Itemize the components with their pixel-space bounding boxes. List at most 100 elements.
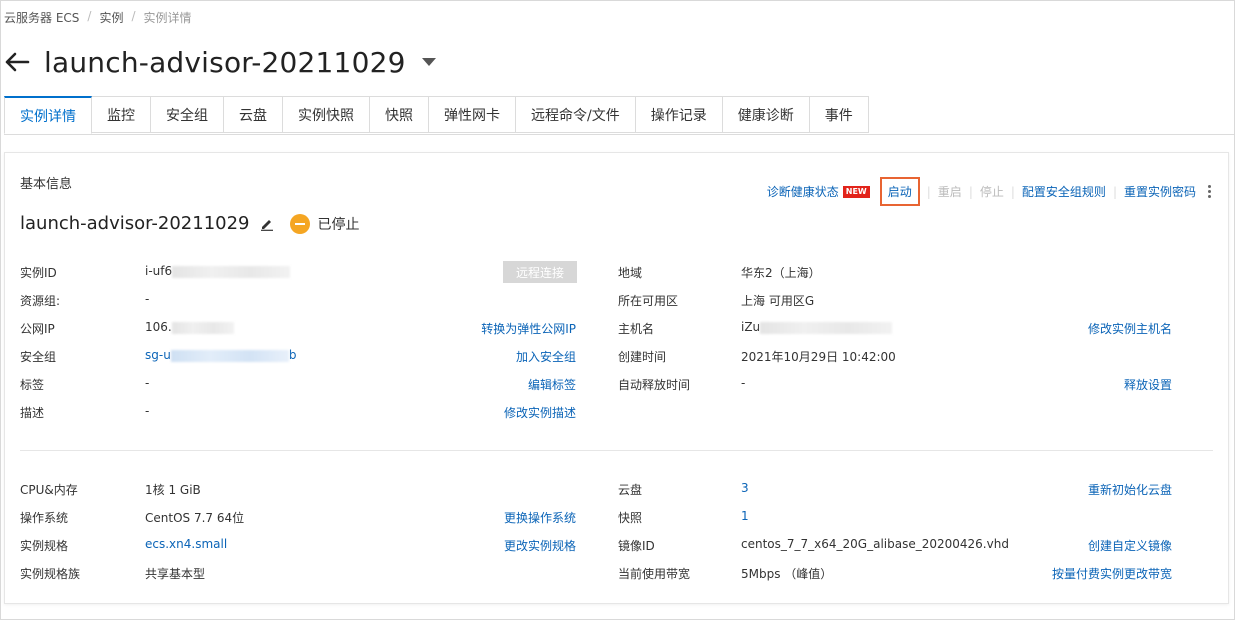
status-text: 已停止	[317, 216, 360, 233]
os-value: CentOS 7.7 64位	[145, 511, 245, 525]
instance-family-label: 实例规格族	[20, 567, 81, 581]
breadcrumb-separator: /	[131, 9, 136, 23]
snapshot-count-value[interactable]: 1	[741, 509, 749, 523]
create-custom-image-link[interactable]: 创建自定义镜像	[1088, 537, 1172, 554]
action-separator: |	[926, 184, 931, 199]
instance-id-label: 实例ID	[20, 266, 57, 280]
section-divider	[20, 450, 1213, 451]
change-bandwidth-link[interactable]: 按量付费实例更改带宽	[1052, 565, 1172, 582]
description-label: 描述	[20, 406, 45, 420]
tag-value: -	[145, 376, 150, 390]
redacted-mask	[171, 321, 234, 334]
redacted-mask	[170, 349, 289, 362]
sg-suffix: b	[288, 348, 297, 362]
tab-instance-snapshots[interactable]: 实例快照	[283, 96, 370, 133]
tabs-divider	[4, 134, 1234, 135]
edit-description-link[interactable]: 修改实例描述	[504, 404, 576, 421]
tab-bar: 实例详情 监控 安全组 云盘 实例快照 快照 弹性网卡 远程命令/文件 操作记录…	[4, 96, 869, 134]
restart-button: 重启	[937, 185, 962, 199]
tab-snapshots[interactable]: 快照	[370, 96, 429, 133]
edit-hostname-link[interactable]: 修改实例主机名	[1088, 320, 1172, 337]
back-arrow-icon[interactable]	[4, 52, 30, 72]
new-badge: NEW	[842, 185, 870, 198]
redacted-mask	[172, 265, 291, 278]
tag-label: 标签	[20, 378, 45, 392]
disk-count-value[interactable]: 3	[741, 481, 749, 495]
zone-label: 所在可用区	[618, 294, 679, 308]
snapshot-label: 快照	[618, 511, 643, 525]
cpu-memory-label: CPU&内存	[20, 483, 78, 497]
breadcrumb-instances[interactable]: 实例	[99, 9, 123, 26]
sg-prefix: sg-u	[145, 348, 171, 362]
edit-pencil-icon[interactable]	[260, 217, 274, 231]
tab-security-groups[interactable]: 安全组	[151, 96, 224, 133]
instance-family-value: 共享基本型	[145, 567, 206, 581]
created-time-label: 创建时间	[618, 350, 667, 364]
chevron-down-icon[interactable]	[421, 58, 436, 66]
change-os-link[interactable]: 更换操作系统	[504, 509, 576, 526]
resource-group-label: 资源组:	[20, 294, 61, 308]
hostname-value: iZu	[741, 320, 893, 334]
tab-operation-logs[interactable]: 操作记录	[635, 96, 723, 133]
breadcrumb-separator: /	[87, 9, 92, 23]
panel-title: 基本信息	[20, 177, 73, 192]
region-value: 华东2（上海）	[741, 266, 821, 280]
more-vertical-icon[interactable]	[1208, 185, 1212, 198]
auto-release-label: 自动释放时间	[618, 378, 691, 392]
stop-button: 停止	[979, 185, 1004, 199]
reinit-disk-link[interactable]: 重新初始化云盘	[1088, 481, 1172, 498]
tab-events[interactable]: 事件	[809, 96, 869, 133]
edit-tags-link[interactable]: 编辑标签	[528, 376, 576, 393]
stopped-status-icon	[289, 213, 310, 234]
remote-connect-button: 远程连接	[503, 261, 577, 283]
tab-instance-details[interactable]: 实例详情	[4, 96, 92, 134]
tab-eni[interactable]: 弹性网卡	[429, 96, 516, 133]
start-button[interactable]: 启动	[879, 177, 920, 206]
tab-disks[interactable]: 云盘	[224, 96, 283, 133]
breadcrumb-current: 实例详情	[143, 11, 192, 25]
hostname-text: iZu	[741, 320, 761, 334]
created-time-value: 2021年10月29日 10:42:00	[741, 350, 896, 364]
convert-eip-link[interactable]: 转换为弹性公网IP	[481, 320, 576, 337]
auto-release-value: -	[741, 376, 746, 390]
diagnose-health-link[interactable]: 诊断健康状态	[767, 183, 839, 200]
os-label: 操作系统	[20, 511, 69, 525]
redacted-mask	[760, 321, 893, 334]
security-group-label: 安全组	[20, 350, 57, 364]
reset-password-link[interactable]: 重置实例密码	[1124, 183, 1196, 200]
change-type-link[interactable]: 更改实例规格	[504, 537, 576, 554]
basic-info-panel: 基本信息 诊断健康状态 NEW 启动 | 重启 | 停止 | 配置安全组规则 |…	[4, 152, 1229, 604]
config-sg-rules-link[interactable]: 配置安全组规则	[1022, 183, 1106, 200]
action-separator: |	[968, 184, 973, 199]
release-settings-link[interactable]: 释放设置	[1124, 376, 1172, 393]
public-ip-value: 106.	[145, 320, 234, 334]
tab-health-diagnosis[interactable]: 健康诊断	[722, 96, 810, 133]
public-ip-text: 106.	[145, 320, 172, 334]
disk-label: 云盘	[618, 483, 643, 497]
bandwidth-value: 5Mbps （峰值）	[741, 567, 833, 581]
bandwidth-label: 当前使用带宽	[618, 567, 691, 581]
cpu-memory-value: 1核 1 GiB	[145, 483, 201, 497]
tab-monitoring[interactable]: 监控	[92, 96, 151, 133]
page-title: launch-advisor-20211029	[44, 45, 406, 79]
tab-remote-commands[interactable]: 远程命令/文件	[516, 96, 636, 133]
security-group-value[interactable]: sg-u b	[145, 348, 296, 362]
resource-group-value: -	[145, 292, 150, 306]
action-separator: |	[1112, 184, 1117, 199]
instance-id-text: i-uf6	[145, 264, 173, 278]
instance-header: launch-advisor-20211029 已停止	[20, 213, 360, 234]
image-id-label: 镜像ID	[618, 539, 655, 553]
join-sg-link[interactable]: 加入安全组	[516, 348, 576, 365]
image-id-value: centos_7_7_x64_20G_alibase_20200426.vhd	[741, 537, 1009, 551]
action-bar: 诊断健康状态 NEW 启动 | 重启 | 停止 | 配置安全组规则 | 重置实例…	[767, 177, 1212, 206]
instance-type-label: 实例规格	[20, 539, 69, 553]
breadcrumb-ecs[interactable]: 云服务器 ECS	[4, 9, 79, 26]
instance-type-value[interactable]: ecs.xn4.small	[145, 537, 227, 551]
action-separator: |	[1010, 184, 1015, 199]
region-label: 地域	[618, 266, 643, 280]
instance-id-value: i-uf6	[145, 264, 291, 278]
instance-name: launch-advisor-20211029	[20, 213, 250, 234]
breadcrumb: 云服务器 ECS / 实例 / 实例详情	[4, 9, 192, 26]
zone-value: 上海 可用区G	[741, 294, 815, 308]
public-ip-label: 公网IP	[20, 322, 55, 336]
